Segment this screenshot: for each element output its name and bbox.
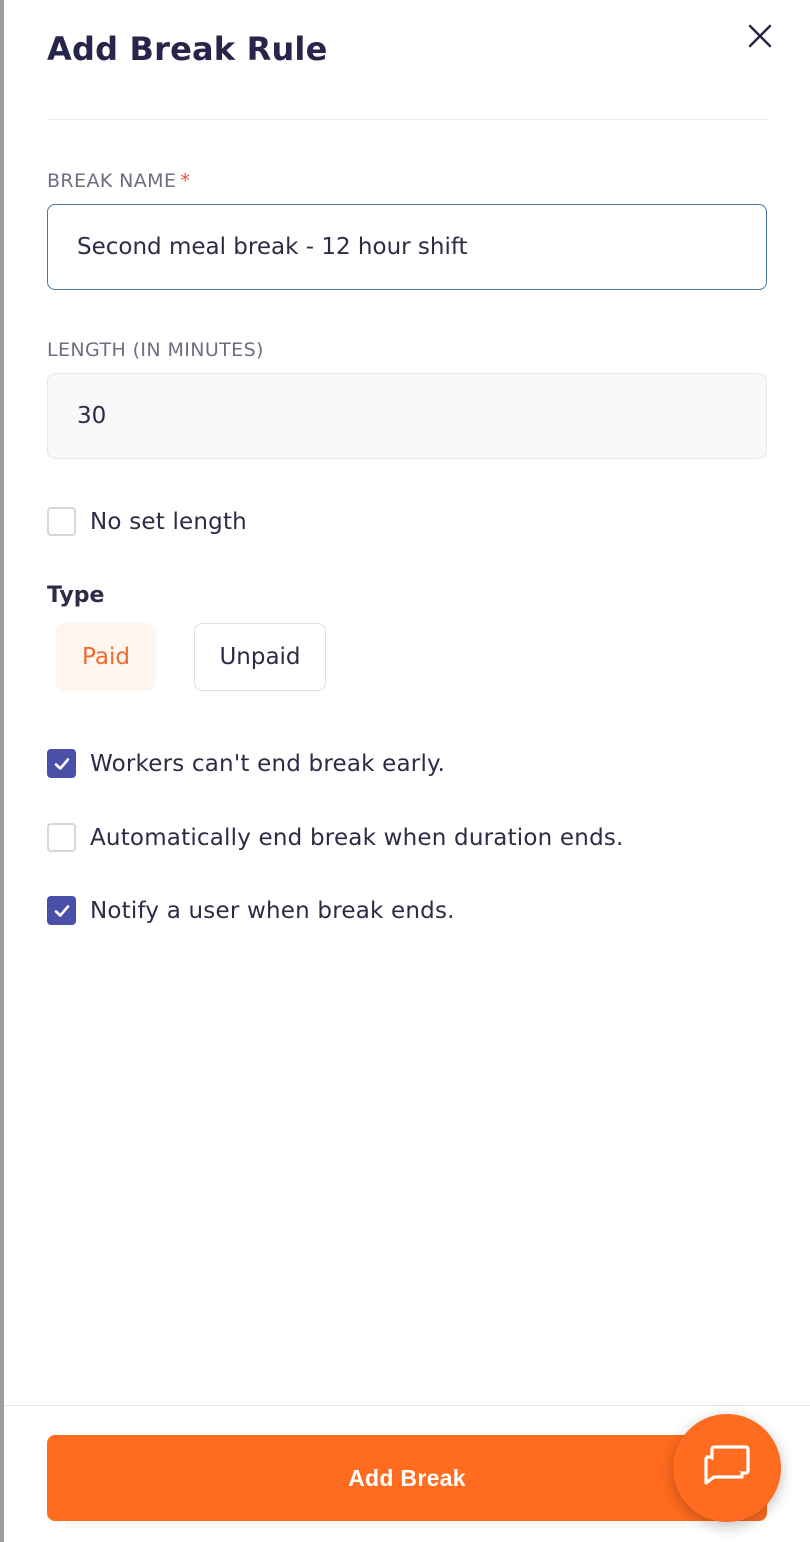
add-break-button[interactable]: Add Break <box>47 1435 767 1521</box>
auto-end-break-checkbox[interactable] <box>47 823 76 852</box>
workers-cant-end-early-label: Workers can't end break early. <box>90 750 446 777</box>
no-set-length-checkbox-row[interactable]: No set length <box>47 507 247 536</box>
notify-user-row[interactable]: Notify a user when break ends. <box>47 896 455 925</box>
footer-divider <box>4 1405 810 1406</box>
auto-end-break-label: Automatically end break when duration en… <box>90 824 624 851</box>
checkmark-icon <box>54 904 69 917</box>
type-option-unpaid[interactable]: Unpaid <box>194 623 326 691</box>
type-option-paid[interactable]: Paid <box>56 623 156 691</box>
workers-cant-end-early-checkbox[interactable] <box>47 749 76 778</box>
notify-user-label: Notify a user when break ends. <box>90 897 455 924</box>
no-set-length-checkbox[interactable] <box>47 507 76 536</box>
header-divider <box>47 119 767 120</box>
length-label: LENGTH (IN MINUTES) <box>47 339 264 361</box>
required-marker: * <box>180 170 191 192</box>
close-icon <box>748 24 772 48</box>
break-name-value: Second meal break - 12 hour shift <box>77 234 468 260</box>
chat-icon <box>704 1445 750 1485</box>
type-label: Type <box>47 583 105 608</box>
workers-cant-end-early-row[interactable]: Workers can't end break early. <box>47 749 445 778</box>
no-set-length-label: No set length <box>90 508 247 535</box>
auto-end-break-row[interactable]: Automatically end break when duration en… <box>47 823 624 852</box>
notify-user-checkbox[interactable] <box>47 896 76 925</box>
add-break-rule-panel: Add Break Rule BREAK NAME * Second meal b… <box>4 0 810 1542</box>
break-name-label-text: BREAK NAME <box>47 170 177 192</box>
checkmark-icon <box>54 757 69 770</box>
length-input[interactable]: 30 <box>47 373 767 459</box>
page-title: Add Break Rule <box>47 30 328 68</box>
length-value: 30 <box>77 403 107 429</box>
break-name-label: BREAK NAME * <box>47 170 190 192</box>
break-name-input[interactable]: Second meal break - 12 hour shift <box>47 204 767 290</box>
close-button[interactable] <box>744 20 776 52</box>
chat-button[interactable] <box>673 1414 781 1522</box>
